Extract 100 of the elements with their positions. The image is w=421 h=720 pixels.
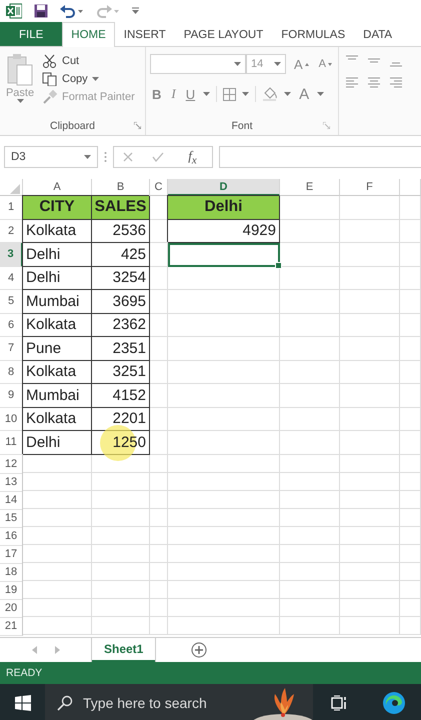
empty-cell[interactable] bbox=[400, 544, 421, 562]
row-header[interactable]: 10 bbox=[0, 408, 23, 431]
empty-cell[interactable] bbox=[400, 337, 421, 360]
empty-cell[interactable] bbox=[340, 431, 400, 454]
empty-cell[interactable] bbox=[150, 266, 168, 290]
name-box[interactable]: D3 bbox=[4, 146, 98, 168]
empty-cell[interactable] bbox=[23, 490, 92, 508]
empty-cell[interactable] bbox=[23, 454, 92, 472]
empty-cell[interactable] bbox=[92, 598, 150, 616]
borders-icon[interactable] bbox=[223, 88, 236, 100]
ribbon-tab[interactable]: FORMULAS bbox=[272, 22, 354, 46]
empty-cell[interactable] bbox=[168, 472, 280, 490]
empty-cell[interactable] bbox=[400, 472, 421, 490]
excel-logo-icon[interactable] bbox=[6, 3, 22, 19]
empty-cell[interactable] bbox=[400, 220, 421, 243]
align-left-icon[interactable] bbox=[345, 77, 359, 89]
empty-cell[interactable] bbox=[168, 526, 280, 544]
dialog-launcher-icon[interactable] bbox=[323, 122, 330, 129]
empty-cell[interactable] bbox=[150, 454, 168, 472]
row-header[interactable]: 18 bbox=[0, 562, 23, 582]
search-field[interactable]: Type here to search bbox=[81, 694, 245, 712]
empty-cell[interactable] bbox=[340, 384, 400, 408]
empty-cell[interactable] bbox=[150, 290, 168, 314]
empty-cell[interactable] bbox=[400, 290, 421, 314]
empty-cell[interactable] bbox=[280, 314, 340, 337]
enter-icon[interactable] bbox=[152, 152, 164, 162]
empty-cell[interactable] bbox=[340, 544, 400, 562]
empty-cell[interactable] bbox=[280, 290, 340, 314]
row-header[interactable]: 17 bbox=[0, 544, 23, 564]
empty-cell[interactable] bbox=[400, 490, 421, 508]
empty-cell[interactable] bbox=[23, 472, 92, 490]
empty-cell[interactable] bbox=[92, 580, 150, 598]
empty-cell[interactable] bbox=[150, 314, 168, 337]
empty-cell[interactable] bbox=[280, 408, 340, 431]
empty-cell[interactable] bbox=[168, 360, 280, 384]
empty-cell[interactable] bbox=[150, 408, 168, 431]
empty-cell[interactable] bbox=[340, 490, 400, 508]
empty-cell[interactable] bbox=[400, 454, 421, 472]
empty-cell[interactable] bbox=[400, 408, 421, 431]
empty-cell[interactable] bbox=[340, 220, 400, 243]
empty-cell[interactable] bbox=[168, 384, 280, 408]
dialog-launcher-icon[interactable] bbox=[134, 122, 141, 129]
file-tab[interactable]: FILE bbox=[0, 22, 62, 46]
ribbon-tab[interactable]: HOME bbox=[62, 22, 115, 47]
empty-cell[interactable] bbox=[150, 526, 168, 544]
ribbon-tab[interactable]: DATA bbox=[354, 22, 402, 46]
save-icon[interactable] bbox=[34, 4, 48, 18]
empty-cell[interactable] bbox=[150, 243, 168, 266]
empty-cell[interactable] bbox=[400, 266, 421, 290]
empty-cell[interactable] bbox=[150, 360, 168, 384]
empty-cell[interactable] bbox=[340, 562, 400, 580]
empty-cell[interactable] bbox=[400, 431, 421, 454]
column-header[interactable]: F bbox=[340, 179, 400, 196]
empty-cell[interactable] bbox=[280, 454, 340, 472]
row-header[interactable]: 8 bbox=[0, 360, 23, 384]
sheet-tab[interactable]: Sheet1 bbox=[92, 638, 156, 662]
empty-cell[interactable] bbox=[400, 616, 421, 634]
row-header[interactable]: 4 bbox=[0, 266, 23, 290]
empty-cell[interactable] bbox=[280, 562, 340, 580]
empty-cell[interactable] bbox=[23, 580, 92, 598]
windows-start-icon[interactable] bbox=[14, 695, 30, 711]
row-header[interactable]: 9 bbox=[0, 384, 23, 408]
empty-cell[interactable] bbox=[168, 408, 280, 431]
empty-cell[interactable] bbox=[23, 526, 92, 544]
empty-cell[interactable] bbox=[340, 526, 400, 544]
row-header[interactable]: 11 bbox=[0, 431, 23, 454]
empty-cell[interactable] bbox=[150, 616, 168, 634]
empty-cell[interactable] bbox=[150, 431, 168, 454]
column-header[interactable]: A bbox=[23, 179, 92, 196]
empty-cell[interactable] bbox=[340, 314, 400, 337]
empty-cell[interactable] bbox=[92, 490, 150, 508]
cut-button[interactable]: Cut bbox=[40, 53, 137, 69]
row-header[interactable]: 12 bbox=[0, 454, 23, 474]
row-header[interactable]: 21 bbox=[0, 616, 23, 636]
empty-cell[interactable] bbox=[280, 220, 340, 243]
empty-cell[interactable] bbox=[23, 562, 92, 580]
empty-cell[interactable] bbox=[340, 472, 400, 490]
empty-cell[interactable] bbox=[168, 266, 280, 290]
align-right-icon[interactable] bbox=[389, 77, 403, 89]
empty-cell[interactable] bbox=[340, 196, 400, 220]
empty-cell[interactable] bbox=[168, 431, 280, 454]
empty-cell[interactable] bbox=[92, 454, 150, 472]
empty-cell[interactable] bbox=[150, 544, 168, 562]
empty-cell[interactable] bbox=[92, 508, 150, 526]
empty-cell[interactable] bbox=[340, 408, 400, 431]
empty-cell[interactable] bbox=[150, 580, 168, 598]
column-header[interactable] bbox=[400, 179, 421, 196]
empty-cell[interactable] bbox=[168, 544, 280, 562]
empty-cell[interactable] bbox=[400, 384, 421, 408]
empty-cell[interactable] bbox=[150, 384, 168, 408]
scroll-right-icon[interactable] bbox=[55, 646, 60, 654]
empty-cell[interactable] bbox=[150, 490, 168, 508]
row-header[interactable]: 14 bbox=[0, 490, 23, 510]
redo-icon[interactable] bbox=[96, 4, 120, 18]
empty-cell[interactable] bbox=[400, 580, 421, 598]
empty-cell[interactable] bbox=[280, 243, 340, 266]
search-bar[interactable]: Type here to search bbox=[45, 684, 313, 720]
empty-cell[interactable] bbox=[340, 508, 400, 526]
empty-cell[interactable] bbox=[340, 290, 400, 314]
font-name-field[interactable] bbox=[150, 54, 246, 74]
